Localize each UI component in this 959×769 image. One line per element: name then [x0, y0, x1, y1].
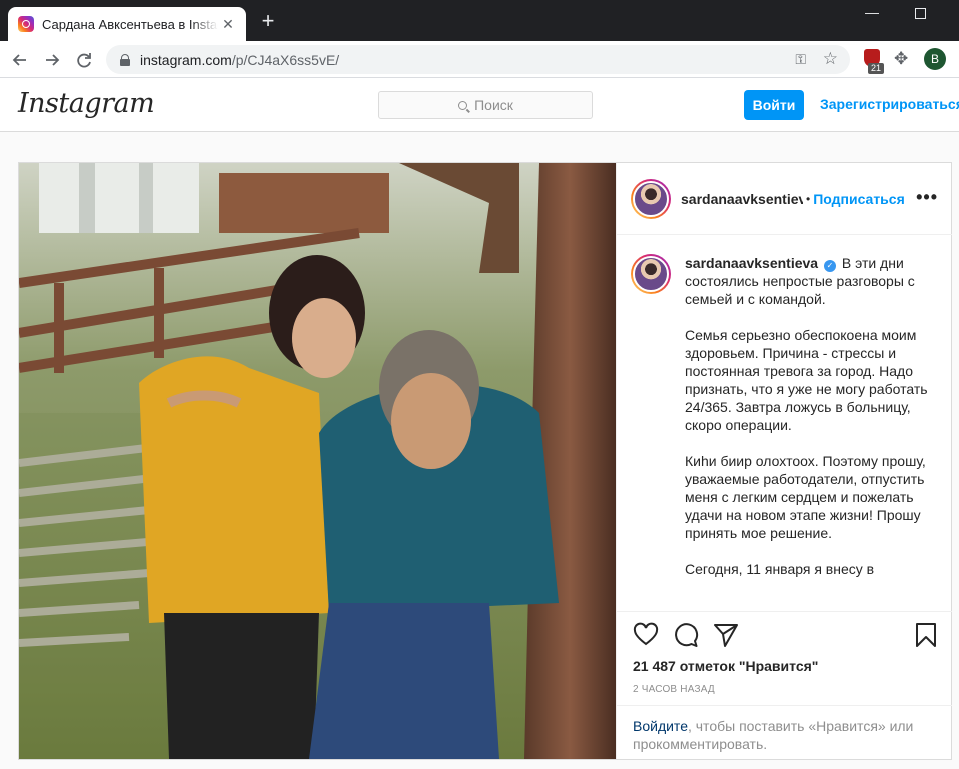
forward-button[interactable]: [41, 49, 63, 71]
url-text[interactable]: instagram.com/p/CJ4aX6ss5vE/: [140, 52, 339, 68]
reload-button[interactable]: [73, 49, 95, 71]
author-avatar[interactable]: [631, 178, 671, 219]
post-timestamp[interactable]: 2 ЧАСОВ НАЗАД: [633, 684, 715, 695]
author-username[interactable]: sardanaavksentieva: [681, 191, 803, 207]
search-icon: [458, 100, 468, 110]
caption-paragraph: Сегодня, 11 января я внесу в: [685, 561, 875, 577]
lock-icon[interactable]: [120, 53, 130, 66]
search-placeholder: Поиск: [474, 97, 513, 113]
browser-tab[interactable]: Сардана Авксентьева в Instagram ✕: [8, 7, 246, 41]
verified-badge-icon: ✓: [823, 260, 836, 272]
maximize-icon: [914, 8, 926, 19]
follow-button[interactable]: Подписаться: [813, 191, 905, 207]
url-path: /p/CJ4aX6ss5vE/: [231, 51, 340, 68]
caption-avatar[interactable]: [631, 254, 671, 294]
tab-close-icon[interactable]: ✕: [220, 16, 236, 33]
browser-tab-strip: Сардана Авксентьева в Instagram ✕ + —: [0, 0, 959, 41]
bookmark-star-icon[interactable]: ☆: [823, 49, 838, 69]
caption-area: sardanaavksentieva ✓ В эти дни состоялис…: [617, 236, 952, 611]
window-maximize-button[interactable]: [905, 6, 935, 22]
post-photo[interactable]: [19, 163, 616, 759]
address-bar[interactable]: instagram.com/p/CJ4aX6ss5vE/ ⚿ ☆: [106, 45, 850, 74]
heart-icon[interactable]: [633, 622, 659, 648]
instagram-favicon-icon: [18, 16, 34, 32]
search-input[interactable]: Поиск: [378, 91, 593, 119]
back-button[interactable]: [9, 49, 31, 71]
post-card: sardanaavksentieva • Подписаться ••• sar…: [18, 162, 952, 760]
bookmark-icon[interactable]: [913, 622, 939, 648]
instagram-logo[interactable]: Instagram: [18, 88, 155, 119]
instagram-header: Instagram Поиск Войти Зарегистрироваться: [0, 78, 959, 132]
reload-icon: [77, 53, 91, 68]
post-actions: 21 487 отметок "Нравится" 2 ЧАСОВ НАЗАД …: [617, 611, 952, 759]
caption-text: sardanaavksentieva ✓ В эти дни состоялис…: [685, 254, 936, 596]
post-photo-image: [19, 163, 616, 759]
caption-username[interactable]: sardanaavksentieva: [685, 255, 818, 271]
login-prompt: Войдите, чтобы поставить «Нравится» или …: [617, 705, 952, 760]
browser-toolbar: instagram.com/p/CJ4aX6ss5vE/ ⚿ ☆ 21 ✥ B: [0, 41, 959, 78]
window-minimize-button[interactable]: —: [857, 4, 887, 20]
new-tab-button[interactable]: +: [256, 10, 280, 32]
url-domain: instagram.com: [140, 51, 232, 68]
post-sidebar: sardanaavksentieva • Подписаться ••• sar…: [616, 163, 952, 759]
arrow-left-icon: [12, 54, 26, 66]
extensions-puzzle-icon[interactable]: ✥: [894, 49, 908, 69]
more-options-icon[interactable]: •••: [916, 187, 938, 208]
likes-count[interactable]: 21 487 отметок "Нравится": [633, 658, 818, 674]
caption-paragraph: Киhи биир олохтоох. Поэтому прошу, уважа…: [685, 453, 926, 541]
arrow-right-icon: [46, 54, 60, 66]
comment-icon[interactable]: [673, 622, 699, 648]
key-icon[interactable]: ⚿: [795, 51, 806, 68]
caption-paragraph: Семья серьезно обеспокоена моим здоровье…: [685, 327, 928, 433]
send-icon[interactable]: [713, 622, 739, 648]
profile-avatar[interactable]: B: [924, 48, 946, 70]
login-prompt-link[interactable]: Войдите: [633, 718, 688, 734]
signup-link[interactable]: Зарегистрироваться: [820, 96, 959, 112]
post-header: sardanaavksentieva • Подписаться •••: [617, 163, 952, 235]
login-button[interactable]: Войти: [744, 90, 804, 120]
tab-title: Сардана Авксентьева в Instagram: [42, 16, 218, 32]
extension-badge: 21: [868, 63, 885, 74]
separator-dot: •: [806, 191, 811, 206]
